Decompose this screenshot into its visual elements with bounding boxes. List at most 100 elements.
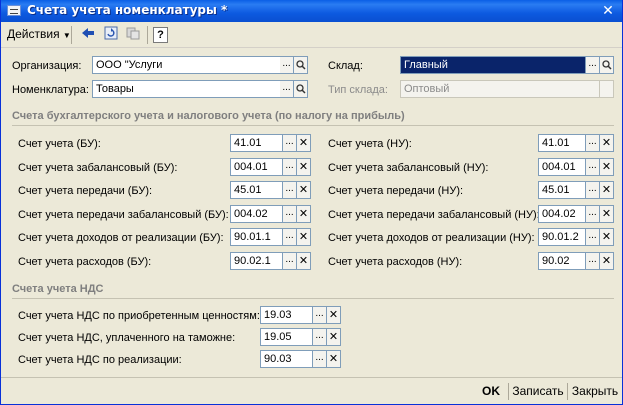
vat-account-clear-button[interactable]: ✕ [327, 306, 341, 324]
save-button[interactable]: Записать [511, 382, 565, 401]
toolbar-separator [71, 26, 72, 44]
nu-account-select-button[interactable]: ... [586, 134, 600, 152]
nomenclature-select-button[interactable]: ... [280, 80, 294, 98]
vat-account-clear-button[interactable]: ✕ [327, 350, 341, 368]
bu-account-field[interactable]: 90.02.1 [230, 252, 283, 270]
bu-account-select-button[interactable]: ... [283, 134, 297, 152]
help-button[interactable]: ? [153, 27, 168, 43]
organization-select-button[interactable]: ... [280, 56, 294, 74]
bu-account-clear-button[interactable]: ✕ [297, 228, 311, 247]
vat-account-field[interactable]: 19.05 [260, 328, 313, 346]
nu-account-label: Счет учета доходов от реализации (НУ): [328, 232, 535, 245]
vat-account-select-button[interactable]: ... [313, 350, 327, 368]
bu-account-select-button[interactable]: ... [283, 204, 297, 223]
bu-account-select-button[interactable]: ... [283, 252, 297, 270]
bu-account-clear-button[interactable]: ✕ [297, 252, 311, 270]
nomenclature-label: Номенклатура: [12, 84, 89, 96]
nomenclature-search-button[interactable] [294, 80, 308, 98]
bu-account-field[interactable]: 45.01 [230, 181, 283, 200]
warehouse-label: Склад: [328, 60, 363, 72]
window-title: Счета учета номенклатуры * [27, 3, 228, 17]
bu-account-field[interactable]: 90.01.1 [230, 228, 283, 247]
nu-account-field[interactable]: 004.01 [538, 157, 586, 176]
organization-field[interactable]: ООО "Услуги [92, 56, 283, 74]
bu-account-field[interactable]: 004.01 [230, 157, 283, 176]
form-icon [7, 5, 21, 16]
section-accounting-title: Счета бухгалтерского учета и налогового … [12, 110, 405, 122]
nu-account-label: Счет учета расходов (НУ): [328, 256, 463, 268]
nu-account-label: Счет учета (НУ): [328, 138, 412, 150]
bu-account-clear-button[interactable]: ✕ [297, 134, 311, 152]
warehouse-search-button[interactable] [600, 56, 614, 74]
actions-label: Действия [7, 27, 60, 41]
nu-account-label: Счет учета забалансовый (НУ): [328, 161, 489, 174]
vat-account-clear-button[interactable]: ✕ [327, 328, 341, 346]
go-back-icon[interactable] [78, 25, 98, 45]
bu-account-field[interactable]: 41.01 [230, 134, 283, 152]
search-icon [601, 60, 612, 70]
nu-account-clear-button[interactable]: ✕ [600, 181, 614, 200]
nu-account-clear-button[interactable]: ✕ [600, 204, 614, 223]
section-vat-title: Счета учета НДС [12, 283, 104, 295]
nu-account-select-button[interactable]: ... [586, 181, 600, 200]
vat-account-select-button[interactable]: ... [313, 328, 327, 346]
nu-account-select-button[interactable]: ... [586, 204, 600, 223]
nu-account-field[interactable]: 41.01 [538, 134, 586, 152]
bu-account-select-button[interactable]: ... [283, 181, 297, 200]
nu-account-field[interactable]: 45.01 [538, 181, 586, 200]
bu-account-label: Счет учета расходов (БУ): [18, 256, 152, 268]
refresh-icon[interactable] [101, 25, 121, 45]
ok-button[interactable]: OK [477, 382, 505, 401]
warehouse-select-button[interactable]: ... [586, 56, 600, 74]
organization-label: Организация: [12, 60, 82, 72]
close-window-button[interactable]: ✕ [600, 3, 616, 19]
bu-account-label: Счет учета забалансовый (БУ): [18, 161, 178, 174]
section-divider [12, 125, 614, 126]
nu-account-clear-button[interactable]: ✕ [600, 228, 614, 247]
bu-account-label: Счет учета передачи (БУ): [18, 185, 153, 198]
vat-account-label: Счет учета НДС по реализации: [18, 354, 182, 366]
bu-account-select-button[interactable]: ... [283, 228, 297, 247]
bu-account-label: Счет учета передачи забалансовый (БУ): [18, 208, 229, 221]
nomenclature-field[interactable]: Товары [92, 80, 283, 98]
warehouse-field[interactable]: Главный [400, 56, 586, 74]
nu-account-clear-button[interactable]: ✕ [600, 134, 614, 152]
actions-menu[interactable]: Действия ▼ [7, 27, 71, 41]
nu-account-field[interactable]: 90.02 [538, 252, 586, 270]
nu-account-select-button[interactable]: ... [586, 228, 600, 247]
nu-account-select-button[interactable]: ... [586, 157, 600, 176]
search-icon [295, 60, 306, 70]
bu-account-clear-button[interactable]: ✕ [297, 157, 311, 176]
vat-account-field[interactable]: 90.03 [260, 350, 313, 368]
warehouse-type-field: Оптовый [400, 80, 600, 98]
vat-account-label: Счет учета НДС, уплаченного на таможне: [18, 332, 236, 344]
nu-account-label: Счет учета передачи забалансовый (НУ): [328, 208, 540, 221]
bu-account-field[interactable]: 004.02 [230, 204, 283, 223]
button-separator [508, 383, 509, 400]
vat-account-field[interactable]: 19.03 [260, 306, 313, 324]
vat-account-label: Счет учета НДС по приобретенным ценностя… [18, 310, 260, 322]
close-button[interactable]: Закрыть [570, 382, 620, 401]
bu-account-label: Счет учета (БУ): [18, 138, 101, 150]
dropdown-arrow-icon: ▼ [62, 31, 71, 40]
window: Счета учета номенклатуры * ✕ Действия ▼ … [0, 0, 623, 405]
search-icon [295, 84, 306, 94]
nu-account-field[interactable]: 90.01.2 [538, 228, 586, 247]
warehouse-type-label: Тип склада: [328, 84, 388, 96]
bu-account-label: Счет учета доходов от реализации (БУ): [18, 232, 224, 245]
nu-account-clear-button[interactable]: ✕ [600, 252, 614, 270]
section-divider [12, 298, 614, 299]
nu-account-field[interactable]: 004.02 [538, 204, 586, 223]
nu-account-label: Счет учета передачи (НУ): [328, 185, 464, 198]
bu-account-select-button[interactable]: ... [283, 157, 297, 176]
nu-account-clear-button[interactable]: ✕ [600, 157, 614, 176]
bu-account-clear-button[interactable]: ✕ [297, 181, 311, 200]
warehouse-type-select-button [600, 80, 614, 98]
bu-account-clear-button[interactable]: ✕ [297, 204, 311, 223]
copy-icon[interactable] [123, 25, 143, 45]
button-separator [567, 383, 568, 400]
toolbar: Действия ▼ ? [1, 22, 622, 48]
organization-search-button[interactable] [294, 56, 308, 74]
vat-account-select-button[interactable]: ... [313, 306, 327, 324]
nu-account-select-button[interactable]: ... [586, 252, 600, 270]
